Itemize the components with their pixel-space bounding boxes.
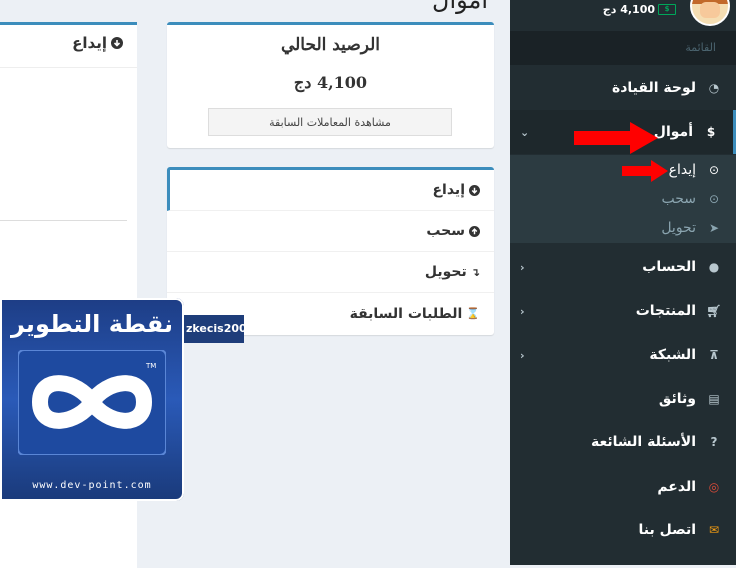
sidebar-item-label: لوحة القيادة <box>611 80 696 96</box>
user-icon: ● <box>708 260 720 274</box>
balance-amount: 4,100 دج <box>293 73 368 92</box>
action-label: الطلبات السابقة <box>349 305 463 322</box>
balance-title: الرصيد الحالي <box>280 35 381 55</box>
sidebar-item-faq[interactable]: ? الأسئلة الشائعة <box>510 420 736 464</box>
action-withdraw[interactable]: سحب <box>167 211 494 252</box>
username-tag: zkecis2000 <box>184 315 244 343</box>
arrow-circle-down-icon <box>111 37 123 49</box>
user-balance: $ 4,100 دج <box>603 3 676 16</box>
chevron-left-icon: ‹ <box>520 304 525 318</box>
newspaper-icon: ▤ <box>708 392 720 406</box>
sidebar-item-label: الشبكة <box>649 347 696 363</box>
question-icon: ? <box>710 435 718 449</box>
view-history-button[interactable]: مشاهدة المعاملات السابقة <box>208 108 452 136</box>
sidebar-item-documents[interactable]: ▤ وثائق <box>510 377 736 421</box>
infinity-logo-icon: TM <box>18 350 166 455</box>
user-panel: $ 4,100 دج <box>510 0 736 31</box>
chevron-left-icon: ‹ <box>520 260 525 274</box>
sidebar-item-label: الدعم <box>657 479 696 495</box>
sidebar-item-label: اتصل بنا <box>638 522 696 538</box>
chevron-left-icon: ‹ <box>520 348 525 362</box>
action-deposit[interactable]: إيداع <box>167 170 494 211</box>
dev-point-watermark: نقطة التطوير TM www.dev-point.com <box>0 298 184 501</box>
dashboard-icon: ◔ <box>708 81 720 95</box>
svg-text:TM: TM <box>145 362 156 370</box>
red-arrow-icon <box>622 160 668 182</box>
cart-icon: 🛒︎ <box>706 304 722 318</box>
money-icon: $ <box>658 4 676 15</box>
sidebar-item-label: الأسئلة الشائعة <box>591 434 696 450</box>
dollar-icon: $ <box>706 125 716 139</box>
hourglass-icon: ⌛ <box>466 307 480 320</box>
action-label: سحب <box>426 223 465 239</box>
sidebar: $ 4,100 دج القائمة ◔ لوحة القيادة $ أموا… <box>510 0 736 565</box>
sidebar-item-dashboard[interactable]: ◔ لوحة القيادة <box>510 66 736 110</box>
action-label: إيداع <box>432 182 465 198</box>
level-down-icon: ↴ <box>470 265 480 279</box>
sidebar-item-support[interactable]: ◎ الدعم <box>510 465 736 509</box>
chevron-down-icon: ⌄ <box>520 125 530 139</box>
avatar[interactable] <box>690 0 730 26</box>
divider <box>0 220 127 221</box>
sidebar-item-label: المنتجات <box>635 303 696 319</box>
sidebar-item-network[interactable]: ⊼ الشبكة ‹ <box>510 333 736 377</box>
user-balance-value: 4,100 دج <box>602 3 655 16</box>
action-transfer[interactable]: ↴ تحويل <box>167 252 494 293</box>
red-arrow-icon <box>574 122 658 154</box>
action-label: تحويل <box>424 264 467 280</box>
deposit-panel-label: إيداع <box>72 34 107 52</box>
watermark-url: www.dev-point.com <box>32 480 152 491</box>
send-icon: ➤ <box>708 220 720 235</box>
deposit-panel-title: إيداع <box>72 34 123 52</box>
arrow-circle-down-icon <box>469 184 480 196</box>
sidebar-subitem-label: إيداع <box>668 161 696 178</box>
lifebuoy-icon: ◎ <box>708 480 720 494</box>
menu-header: القائمة <box>510 31 736 65</box>
sidebar-subitem-transfer[interactable]: ➤ تحويل <box>510 213 736 242</box>
divider <box>0 67 137 68</box>
arrow-circle-up-icon <box>469 225 480 237</box>
actions-box: إيداع سحب ↴ تحويل ⌛ الطلبات السابقة <box>167 167 494 335</box>
arrow-circle-up-icon: ⊙ <box>708 191 720 206</box>
envelope-icon: ✉ <box>708 523 720 537</box>
watermark-title: نقطة التطوير <box>11 310 173 338</box>
page-title: أموال <box>432 0 489 14</box>
sidebar-subitem-withdraw[interactable]: ⊙ سحب <box>510 184 736 213</box>
balance-box: الرصيد الحالي 4,100 دج مشاهدة المعاملات … <box>167 22 494 148</box>
arrow-circle-down-icon: ⊙ <box>708 162 720 177</box>
sitemap-icon: ⊼ <box>709 348 719 362</box>
sidebar-item-label: الحساب <box>642 259 696 275</box>
sidebar-item-contact[interactable]: ✉ اتصل بنا <box>510 508 736 552</box>
sidebar-item-products[interactable]: 🛒︎ المنتجات ‹ <box>510 289 736 333</box>
sidebar-subitem-label: تحويل <box>661 219 696 236</box>
sidebar-item-label: وثائق <box>658 391 696 407</box>
sidebar-item-account[interactable]: ● الحساب ‹ <box>510 245 736 289</box>
sidebar-subitem-label: سحب <box>661 190 696 207</box>
